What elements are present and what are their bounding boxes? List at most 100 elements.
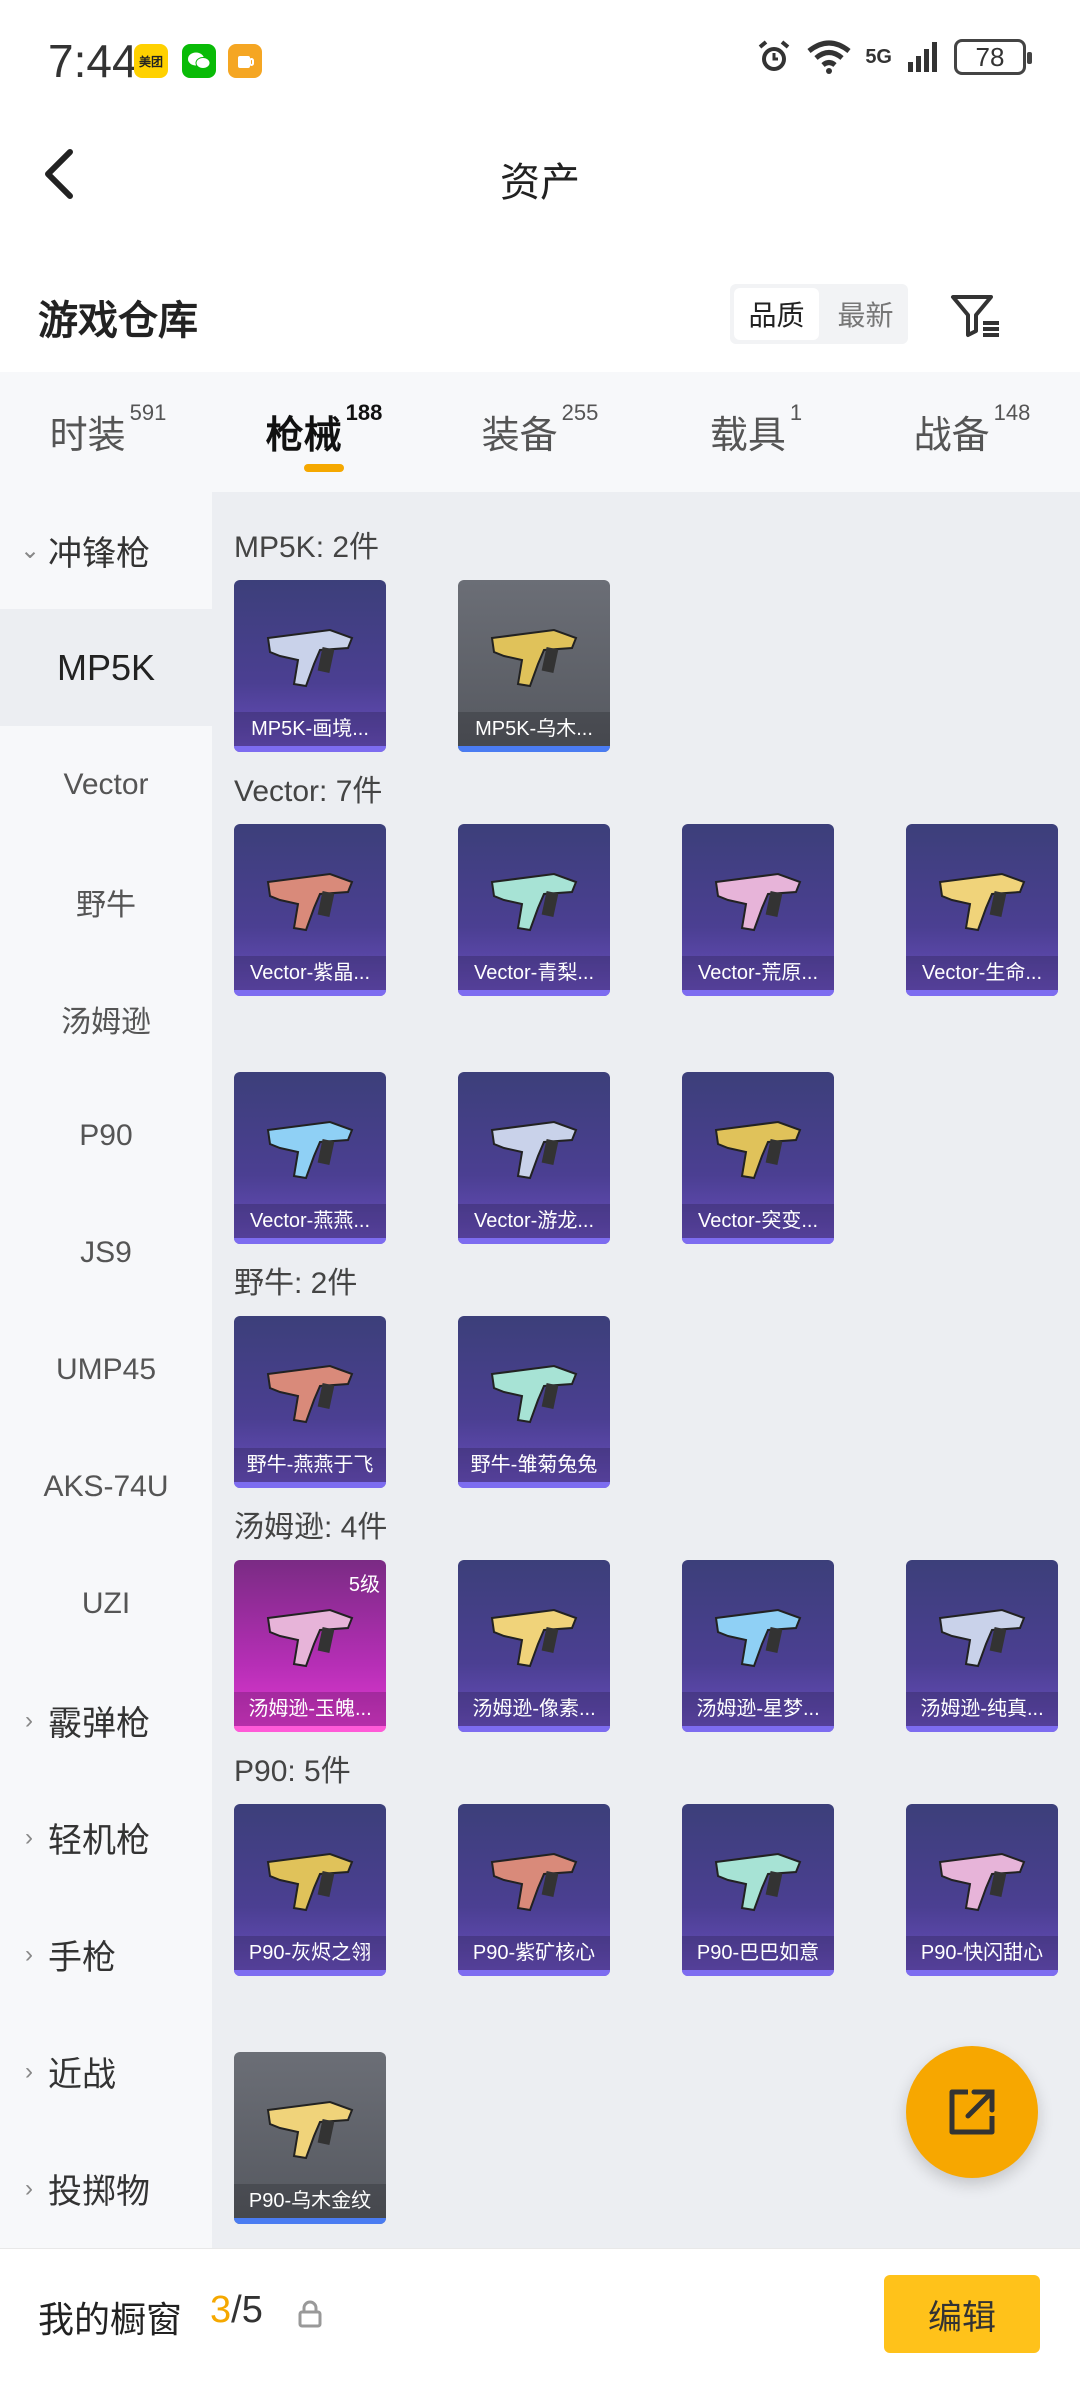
weapon-card[interactable]: P90-巴巴如意 [682,1804,834,1976]
section-label: 野牛: 2件 [234,1267,358,1300]
meituan-app-icon: 美团 [134,44,168,78]
sidebar-group-pistol[interactable]: › 手枪 [0,1896,212,2013]
weapon-skin-icon [266,1852,354,1912]
filter-icon [951,295,999,337]
filter-button[interactable] [946,286,1006,346]
section-label: 汤姆逊: 4件 [234,1511,388,1544]
weapon-card[interactable]: P90-乌木金纹 [234,2052,386,2224]
rarity-bar [682,990,834,996]
tab-count: 188 [345,400,383,425]
weapon-skin-icon [266,872,354,932]
tab-count: 255 [561,400,599,425]
sidebar-item-js9[interactable]: JS9 [0,1194,212,1311]
weapon-card[interactable]: MP5K-乌木... [458,580,610,752]
sidebar-label: 霰弹枪 [48,1705,150,1743]
sidebar-item-bizon[interactable]: 野牛 [0,843,212,960]
sidebar-item-thompson[interactable]: 汤姆逊 [0,960,212,1077]
sidebar-item-mp5k[interactable]: MP5K [0,609,212,726]
weapon-card[interactable]: 汤姆逊-纯真... [906,1560,1058,1732]
weapon-card[interactable]: 野牛-雏菊兔兔 [458,1316,610,1488]
edit-button[interactable]: 编辑 [884,2275,1040,2353]
section-label: P90: 5件 [234,1755,351,1788]
share-button[interactable] [906,2046,1038,2178]
sidebar-item-aks74u[interactable]: AKS-74U [0,1428,212,1545]
tab-label: 时装 [49,415,126,457]
sidebar-label: 冲锋枪 [48,535,150,573]
sort-option-quality[interactable]: 品质 [734,288,819,340]
weapon-card[interactable]: 5级 汤姆逊-玉魄... [234,1560,386,1732]
tab-firearms[interactable]: 枪械188 [216,372,432,492]
weapon-card[interactable]: Vector-游龙... [458,1072,610,1244]
alarm-icon [759,40,790,71]
sidebar-label: 投掷物 [48,2173,150,2211]
sidebar-item-uzi[interactable]: UZI [0,1545,212,1662]
warehouse-title: 游戏仓库 [38,299,198,343]
tab-fashion[interactable]: 时装591 [0,372,216,492]
status-bar: 7:44 美团 5G 78 [0,0,1080,120]
weapon-card-label: P90-紫矿核心 [458,1936,610,1970]
weapon-card[interactable]: Vector-紫晶... [234,824,386,996]
showcase-total: /5 [231,2289,263,2331]
rarity-bar [682,1970,834,1976]
showcase-count: 3/5 [210,2289,263,2332]
warehouse-row: 游戏仓库 品质 最新 [0,270,1080,360]
sidebar-group-smg[interactable]: ⌄ 冲锋枪 [0,492,212,609]
weapon-card[interactable]: P90-紫矿核心 [458,1804,610,1976]
wifi-icon [807,40,851,74]
weapon-card-label: P90-巴巴如意 [682,1936,834,1970]
sidebar-group-throwable[interactable]: › 投掷物 [0,2130,212,2247]
sort-option-newest[interactable]: 最新 [823,284,908,344]
weapon-card[interactable]: Vector-突变... [682,1072,834,1244]
tab-vehicles[interactable]: 载具1 [648,372,864,492]
sidebar-label: 手枪 [48,1939,116,1977]
section-label: Vector: 7件 [234,775,383,808]
tab-count: 591 [129,400,167,425]
tab-supplies[interactable]: 战备148 [864,372,1080,492]
weapon-card[interactable]: Vector-燕燕... [234,1072,386,1244]
weapon-card[interactable]: Vector-生命... [906,824,1058,996]
sidebar-group-shotgun[interactable]: › 霰弹枪 [0,1662,212,1779]
sidebar-group-melee[interactable]: › 近战 [0,2013,212,2130]
sidebar-label: 轻机枪 [48,1822,150,1860]
sidebar-item-p90[interactable]: P90 [0,1077,212,1194]
weapon-card[interactable]: 野牛-燕燕于飞 [234,1316,386,1488]
weapon-skin-icon [266,1364,354,1424]
weapon-skin-icon [490,628,578,688]
weapon-card-label: Vector-游龙... [458,1204,610,1238]
tab-label: 战备 [913,415,990,457]
weapon-card-label: P90-快闪甜心 [906,1936,1058,1970]
weapon-grid: MP5K: 2件 MP5K-画境... MP5K-乌木... Vector: 7件 Ve… [212,492,1080,2248]
share-icon [949,2089,995,2135]
category-tabs: 时装591 枪械188 装备255 载具1 战备148 [0,372,1080,492]
weapon-card[interactable]: 汤姆逊-星梦... [682,1560,834,1732]
signal-icon [908,42,937,72]
battery-indicator: 78 [954,39,1032,75]
weapon-card[interactable]: 汤姆逊-像素... [458,1560,610,1732]
weapon-card[interactable]: Vector-荒原... [682,824,834,996]
lock-icon [298,2300,322,2328]
weapon-card-label: 汤姆逊-纯真... [906,1692,1058,1726]
chevron-right-icon: › [25,2174,33,2202]
status-icons: 5G 78 [755,38,1032,76]
rarity-bar [458,1482,610,1488]
weapon-card-label: 野牛-雏菊兔兔 [458,1448,610,1482]
sidebar-group-lmg[interactable]: › 轻机枪 [0,1779,212,1896]
rarity-bar [234,990,386,996]
rarity-bar [682,1726,834,1732]
weapon-skin-icon [938,1852,1026,1912]
sidebar-item-vector[interactable]: Vector [0,726,212,843]
weapon-card[interactable]: Vector-青梨... [458,824,610,996]
weapon-skin-icon [266,1120,354,1180]
tab-equipment[interactable]: 装备255 [432,372,648,492]
rarity-bar [682,1238,834,1244]
weapon-card[interactable]: P90-灰烬之翎 [234,1804,386,1976]
showcase-current: 3 [210,2289,232,2331]
weapon-card[interactable]: MP5K-画境... [234,580,386,752]
weapon-skin-icon [714,1852,802,1912]
wechat-app-icon [182,44,216,78]
chevron-right-icon: › [25,1706,33,1734]
weapon-card[interactable]: P90-快闪甜心 [906,1804,1058,1976]
sidebar-item-ump45[interactable]: UMP45 [0,1311,212,1428]
weapon-skin-icon [490,1364,578,1424]
weapon-card-label: Vector-青梨... [458,956,610,990]
